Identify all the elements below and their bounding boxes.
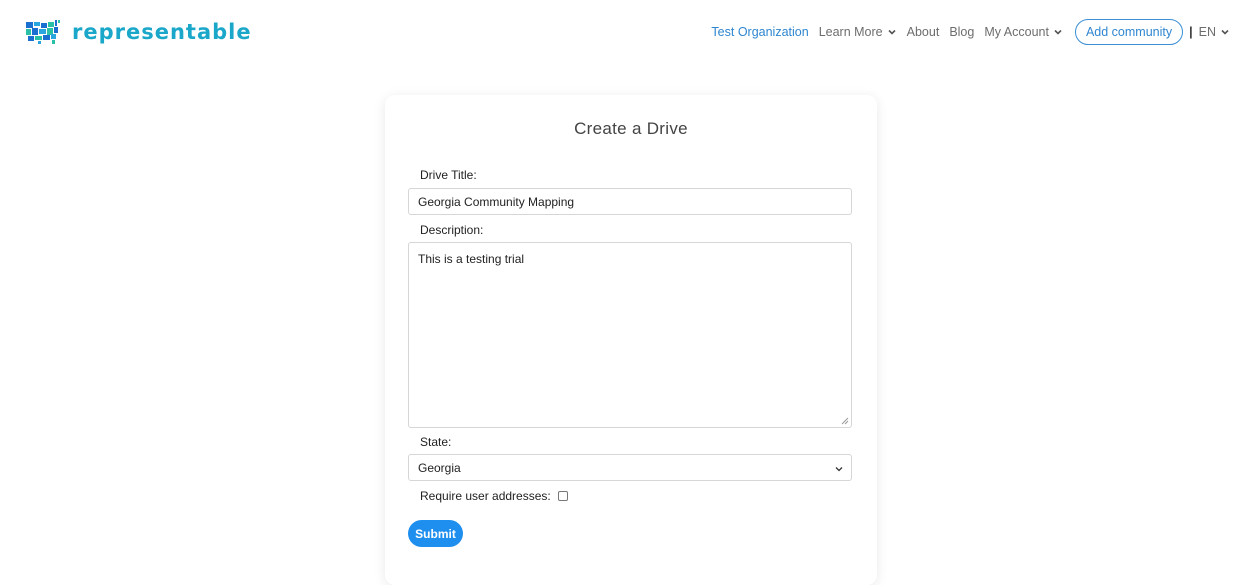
description-label: Description:	[420, 223, 484, 237]
nav-menu: Test Organization Learn More About Blog …	[711, 17, 1230, 47]
brand-logo[interactable]: representable	[26, 20, 252, 44]
nav-blog-link[interactable]: Blog	[949, 25, 974, 39]
top-navbar: representable Test Organization Learn Mo…	[0, 0, 1250, 64]
us-map-logo-icon	[26, 20, 60, 44]
chevron-down-icon	[835, 467, 843, 472]
nav-about-link[interactable]: About	[907, 25, 940, 39]
chevron-down-icon	[1054, 29, 1062, 35]
brand-name: representable	[72, 20, 252, 44]
drive-title-value: Georgia Community Mapping	[418, 194, 575, 209]
require-addresses-label: Require user addresses:	[420, 489, 551, 503]
chevron-down-icon	[888, 29, 896, 35]
nav-organization-link[interactable]: Test Organization	[711, 25, 808, 39]
page-title: Create a Drive	[574, 119, 688, 138]
drive-title-label: Drive Title:	[420, 168, 477, 182]
require-addresses-checkbox[interactable]	[558, 491, 568, 501]
nav-separator: |	[1189, 25, 1193, 39]
drive-title-input[interactable]: Georgia Community Mapping	[408, 188, 852, 215]
add-community-button[interactable]: Add community	[1074, 19, 1184, 45]
nav-my-account[interactable]: My Account	[984, 25, 1063, 39]
state-value: Georgia	[418, 460, 461, 475]
description-textarea[interactable]: This is a testing trial	[408, 242, 852, 428]
language-label: EN	[1198, 25, 1216, 39]
nav-my-account-label: My Account	[984, 25, 1049, 39]
state-label: State:	[420, 435, 452, 449]
state-select[interactable]: Georgia	[408, 454, 852, 481]
create-drive-card: Create a Drive Drive Title: Georgia Comm…	[385, 95, 877, 585]
description-value: This is a testing trial	[418, 252, 525, 266]
submit-button[interactable]: Submit	[408, 520, 463, 547]
resize-handle-icon[interactable]	[841, 417, 849, 425]
chevron-down-icon	[1221, 29, 1229, 35]
language-selector[interactable]: EN	[1199, 25, 1230, 39]
nav-learn-more[interactable]: Learn More	[819, 25, 897, 39]
nav-learn-more-label: Learn More	[818, 25, 883, 39]
